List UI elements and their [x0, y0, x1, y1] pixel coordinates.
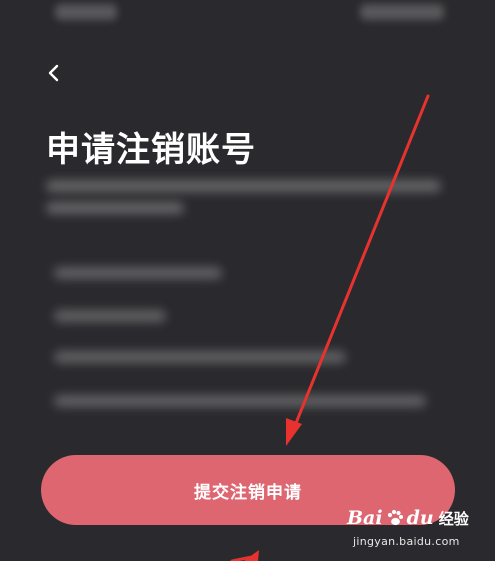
submit-cancellation-label: 提交注销申请 [194, 482, 302, 503]
watermark-product: 经验 [438, 509, 469, 528]
status-icons-blurred [360, 4, 444, 20]
annotation-arrow-second [230, 550, 259, 561]
chevron-left-icon [48, 64, 59, 82]
description-line [46, 180, 441, 192]
watermark-brand-right: du [406, 507, 434, 529]
watermark-brand: Bai du 经验 [347, 507, 469, 529]
condition-line [54, 310, 166, 322]
status-time-blurred [55, 4, 117, 20]
watermark-brand-left: Bai [347, 507, 383, 529]
annotation-arrow-main [286, 94, 430, 446]
condition-line [54, 267, 222, 279]
watermark-url: jingyan.baidu.com [353, 535, 460, 548]
status-bar [0, 0, 495, 30]
condition-line [54, 395, 426, 407]
description-line [46, 202, 184, 214]
baidu-jingyan-watermark: Bai du 经验 jingyan.baidu.com [347, 507, 477, 553]
page-title: 申请注销账号 [46, 130, 256, 170]
back-button[interactable] [38, 58, 68, 88]
condition-line [54, 351, 346, 363]
paw-icon [387, 509, 403, 526]
